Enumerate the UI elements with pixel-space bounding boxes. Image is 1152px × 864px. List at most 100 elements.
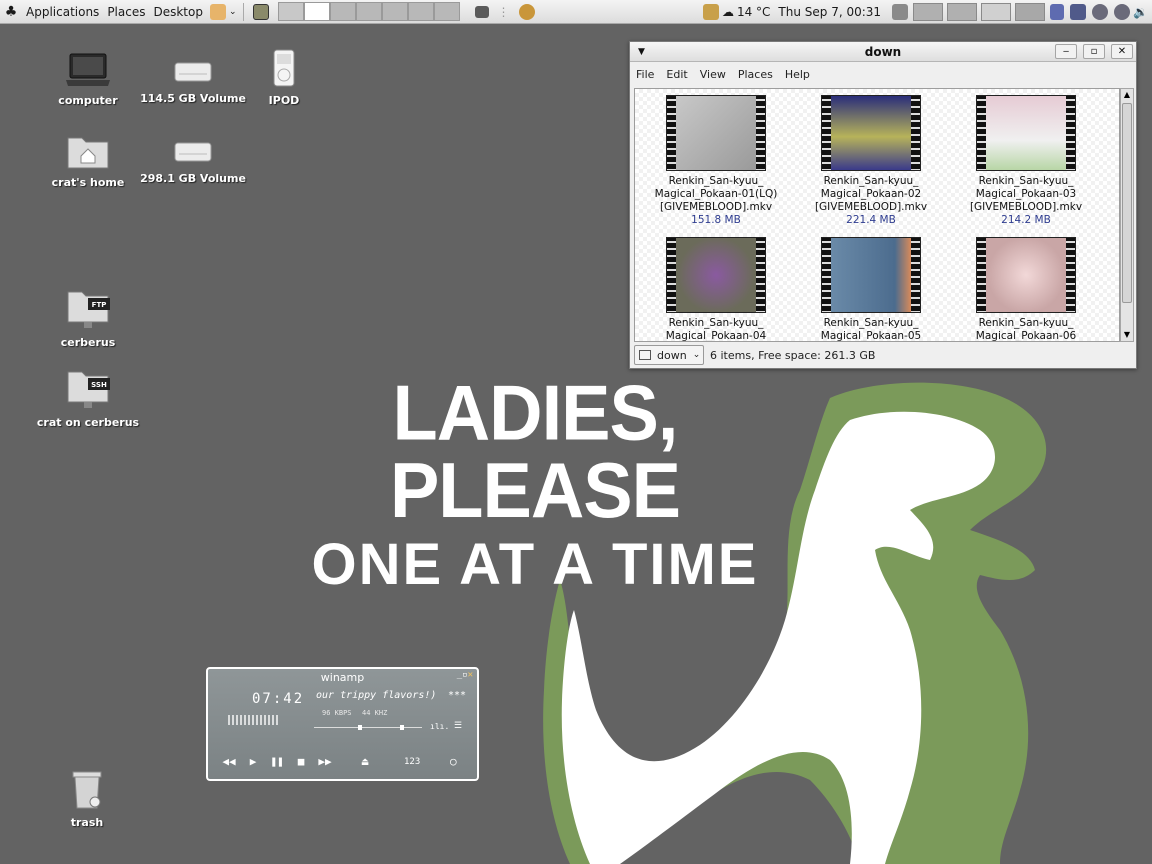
- desktop-icon-label: cerberus: [60, 336, 116, 349]
- ssh-folder-icon: SSH: [67, 371, 110, 408]
- play-icon[interactable]: ▶: [246, 755, 260, 768]
- desktop-icon-volume-2[interactable]: 298.1 GB Volume: [138, 138, 248, 185]
- workspace-3[interactable]: [329, 2, 356, 21]
- file-name: Magical_Pokaan-02: [820, 188, 922, 200]
- winamp-counter[interactable]: 123: [404, 757, 420, 767]
- desktop-icon-label: crat on cerberus: [36, 416, 140, 429]
- menubar: File Edit View Places Help: [630, 62, 1136, 86]
- previous-icon[interactable]: ◀◀: [222, 755, 236, 768]
- trex-wallpaper-illustration: [543, 382, 1047, 864]
- winamp-window-buttons[interactable]: _▫✕: [457, 670, 473, 680]
- vertical-scrollbar[interactable]: ▲ ▼: [1120, 88, 1134, 342]
- speaker-icon[interactable]: [1092, 3, 1109, 20]
- volume-knob[interactable]: [358, 725, 362, 730]
- file-item[interactable]: Renkin_San-kyuu_ Magical_Pokaan-01(LQ) […: [641, 95, 791, 227]
- winamp-time[interactable]: 07:42: [252, 691, 304, 707]
- window-titlebar[interactable]: ▼ down ‒ ▫ ✕: [630, 42, 1136, 62]
- memory-monitor[interactable]: [947, 2, 978, 21]
- winamp-rating[interactable]: ***: [448, 690, 466, 701]
- file-size: 221.4 MB: [846, 214, 896, 226]
- file-manager-window[interactable]: ▼ down ‒ ▫ ✕ File Edit View Places Help …: [629, 41, 1137, 369]
- battery-icon[interactable]: [1050, 3, 1065, 20]
- winamp-title[interactable]: winamp: [208, 671, 477, 684]
- playlist-icon[interactable]: ☰: [454, 721, 462, 731]
- next-icon[interactable]: ▶▶: [318, 755, 332, 768]
- weather-icon: ☁: [721, 4, 734, 19]
- file-size: 151.8 MB: [691, 214, 741, 226]
- trash-icon: [72, 771, 102, 809]
- desktop-menu[interactable]: Desktop: [149, 5, 207, 19]
- volume-icon[interactable]: 🔉: [1133, 5, 1148, 19]
- gaim-icon[interactable]: [518, 3, 535, 20]
- balance-slider[interactable]: [384, 725, 422, 730]
- file-item[interactable]: Renkin_San-kyuu_ Magical_Pokaan-03 [GIVE…: [951, 95, 1101, 227]
- menu-places[interactable]: Places: [738, 68, 773, 81]
- foot-icon[interactable]: ♣: [0, 4, 22, 20]
- desktop-icon-ipod[interactable]: IPOD: [229, 48, 339, 107]
- desktop-icon-cerberus[interactable]: FTP cerberus: [33, 286, 143, 349]
- screenshot-icon[interactable]: [252, 3, 269, 20]
- cpu-monitor[interactable]: [913, 2, 944, 21]
- winamp-player[interactable]: winamp _▫✕ 07:42 our trippy flavors!) **…: [206, 667, 479, 781]
- eject-icon[interactable]: ⏏: [358, 755, 372, 768]
- file-item[interactable]: Renkin_San-kyuu_ Magical_Pokaan-02 [GIVE…: [796, 95, 946, 227]
- window-menu-icon[interactable]: ▼: [638, 42, 645, 62]
- winamp-song-title: our trippy flavors!): [316, 690, 437, 701]
- laptop-icon: [66, 53, 110, 86]
- minimize-button[interactable]: ‒: [1055, 44, 1077, 59]
- equalizer-icon[interactable]: ılı.: [430, 722, 449, 731]
- clock[interactable]: Thu Sep 7, 00:31: [778, 5, 881, 19]
- workspace-6[interactable]: [407, 2, 434, 21]
- drive-icon: [174, 62, 212, 82]
- cpu-freq-icon[interactable]: [1070, 3, 1087, 20]
- workspace-switcher: [277, 2, 460, 21]
- desktop-icon-crat-on-cerberus[interactable]: SSH crat on cerberus: [33, 366, 143, 429]
- launcher-icon[interactable]: [209, 3, 226, 20]
- speaker-icon[interactable]: [1114, 3, 1131, 20]
- workspace-2[interactable]: [303, 2, 330, 21]
- menu-view[interactable]: View: [700, 68, 726, 81]
- spectrum-visualizer[interactable]: [228, 715, 278, 725]
- load-monitor[interactable]: [1015, 2, 1046, 21]
- balance-knob[interactable]: [400, 725, 404, 730]
- video-thumbnail: [666, 237, 766, 313]
- menu-edit[interactable]: Edit: [666, 68, 687, 81]
- file-name: Magical_Pokaan-05: [820, 330, 922, 342]
- repeat-icon[interactable]: ○: [446, 755, 460, 768]
- chevron-down-icon[interactable]: ⌄: [229, 7, 237, 17]
- pause-icon[interactable]: ❚❚: [270, 755, 284, 768]
- scroll-down-arrow[interactable]: ▼: [1121, 329, 1133, 341]
- ftp-badge-label: FTP: [92, 301, 107, 309]
- workspace-5[interactable]: [381, 2, 408, 21]
- workspace-7[interactable]: [433, 2, 460, 21]
- file-item[interactable]: Renkin_San-kyuu_ Magical_Pokaan-04: [641, 237, 791, 341]
- network-icon[interactable]: [892, 3, 909, 20]
- desktop-icon-trash[interactable]: trash: [32, 770, 142, 829]
- file-name: Renkin_San-kyuu_: [823, 175, 919, 187]
- desktop-icon-home[interactable]: crat's home: [33, 130, 143, 189]
- top-panel: ♣ Applications Places Desktop ⌄ ⋮ ☁ 14 °…: [0, 0, 1152, 24]
- location-button[interactable]: down ⌄: [634, 345, 704, 365]
- network-monitor[interactable]: [981, 2, 1012, 21]
- applications-menu[interactable]: Applications: [22, 5, 103, 19]
- maximize-button[interactable]: ▫: [1083, 44, 1105, 59]
- volume-slider[interactable]: [314, 725, 390, 730]
- weather-temp[interactable]: 14 °C: [737, 5, 770, 19]
- places-menu[interactable]: Places: [103, 5, 149, 19]
- file-item[interactable]: Renkin_San-kyuu_ Magical_Pokaan-06: [951, 237, 1101, 341]
- menu-help[interactable]: Help: [785, 68, 810, 81]
- stop-icon[interactable]: ■: [294, 755, 308, 768]
- desktop-icon-computer[interactable]: computer: [33, 52, 143, 107]
- desktop-icon-label: IPOD: [268, 94, 300, 107]
- workspace-4[interactable]: [355, 2, 382, 21]
- scroll-thumb[interactable]: [1122, 103, 1132, 303]
- file-item[interactable]: Renkin_San-kyuu_ Magical_Pokaan-05: [796, 237, 946, 342]
- winamp-samplerate: 44 KHZ: [362, 709, 388, 717]
- workspace-1[interactable]: [277, 2, 304, 21]
- folder-icon[interactable]: [474, 5, 489, 18]
- close-button[interactable]: ✕: [1111, 44, 1133, 59]
- mail-icon[interactable]: [702, 3, 719, 20]
- scroll-up-arrow[interactable]: ▲: [1121, 89, 1133, 101]
- menu-file[interactable]: File: [636, 68, 654, 81]
- icon-view[interactable]: Renkin_San-kyuu_ Magical_Pokaan-01(LQ) […: [634, 88, 1120, 342]
